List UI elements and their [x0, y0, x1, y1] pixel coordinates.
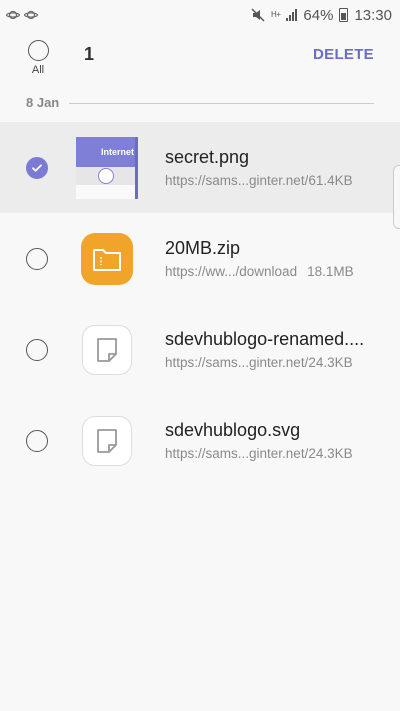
item-checkbox[interactable] [26, 338, 48, 361]
fast-scroll-handle[interactable] [393, 165, 400, 229]
battery-icon [339, 8, 349, 22]
download-item-sdevhublogo-renamed[interactable]: sdevhublogo-renamed.... https://sams...g… [0, 304, 400, 395]
mute-icon [251, 8, 265, 22]
section-divider [69, 102, 374, 104]
network-type: H+ [270, 10, 281, 19]
screenshot-preview: Internet [76, 136, 138, 199]
selected-count: 1 [84, 43, 95, 64]
select-all-circle-icon [27, 40, 49, 61]
signal-icon [286, 9, 298, 21]
status-right: H+ 64% 13:30 [251, 7, 392, 24]
item-info: secret.png https://sams...ginter.net/ 61… [165, 147, 400, 188]
item-info: sdevhublogo-renamed.... https://sams...g… [165, 329, 400, 370]
download-list: Internet secret.png https://sams...ginte… [0, 122, 400, 486]
document-icon [82, 415, 132, 466]
file-name: 20MB.zip [165, 238, 241, 258]
delete-button[interactable]: DELETE [313, 46, 374, 63]
status-left [6, 9, 38, 21]
file-url: https://ww.../download [165, 264, 298, 279]
download-item-secret-png[interactable]: Internet secret.png https://sams...ginte… [0, 122, 400, 213]
download-item-20mb-zip[interactable]: 20MB.zip https://ww.../download 18.1MB [0, 213, 400, 304]
file-name: secret.png [165, 147, 250, 167]
select-all-checkbox[interactable]: All [0, 40, 76, 76]
select-all-label: All [31, 64, 45, 76]
file-size: 18.1MB [307, 264, 354, 279]
image-thumbnail: Internet [76, 136, 138, 199]
file-type-thumbnail [76, 228, 138, 290]
file-name: sdevhublogo.svg [165, 420, 301, 440]
zip-folder-icon [81, 232, 133, 285]
file-type-thumbnail [76, 410, 138, 472]
section-date: 8 Jan [26, 94, 60, 110]
date-section-header: 8 Jan [0, 82, 400, 122]
file-name: sdevhublogo-renamed.... [165, 329, 365, 349]
file-url: https://sams...ginter.net/ [165, 355, 309, 370]
checkmark-icon [32, 164, 42, 172]
clock: 13:30 [354, 6, 392, 24]
status-bar: H+ 64% 13:30 [0, 0, 400, 30]
saturn-icon-2 [24, 10, 38, 20]
file-size: 24.3KB [308, 355, 353, 370]
item-checkbox[interactable] [26, 247, 48, 270]
item-info: 20MB.zip https://ww.../download 18.1MB [165, 238, 400, 279]
file-meta: https://sams...ginter.net/ 24.3KB [165, 446, 400, 461]
saturn-icon [6, 10, 20, 20]
planet-icon [98, 167, 114, 184]
thumbnail-brand-text: Internet [100, 146, 134, 157]
file-size: 61.4KB [308, 173, 353, 188]
selection-toolbar: All 1 DELETE [0, 30, 400, 82]
download-item-sdevhublogo-svg[interactable]: sdevhublogo.svg https://sams...ginter.ne… [0, 395, 400, 486]
file-url: https://sams...ginter.net/ [165, 446, 309, 461]
file-size: 24.3KB [308, 446, 353, 461]
document-icon [82, 324, 132, 375]
battery-percent: 64% [303, 6, 334, 24]
file-meta: https://ww.../download 18.1MB [165, 264, 400, 279]
file-meta: https://sams...ginter.net/ 61.4KB [165, 173, 400, 188]
item-checkbox[interactable] [26, 429, 48, 452]
file-url: https://sams...ginter.net/ [165, 173, 309, 188]
file-meta: https://sams...ginter.net/ 24.3KB [165, 355, 400, 370]
item-checkbox[interactable] [26, 156, 48, 179]
item-info: sdevhublogo.svg https://sams...ginter.ne… [165, 420, 400, 461]
file-type-thumbnail [76, 319, 138, 381]
